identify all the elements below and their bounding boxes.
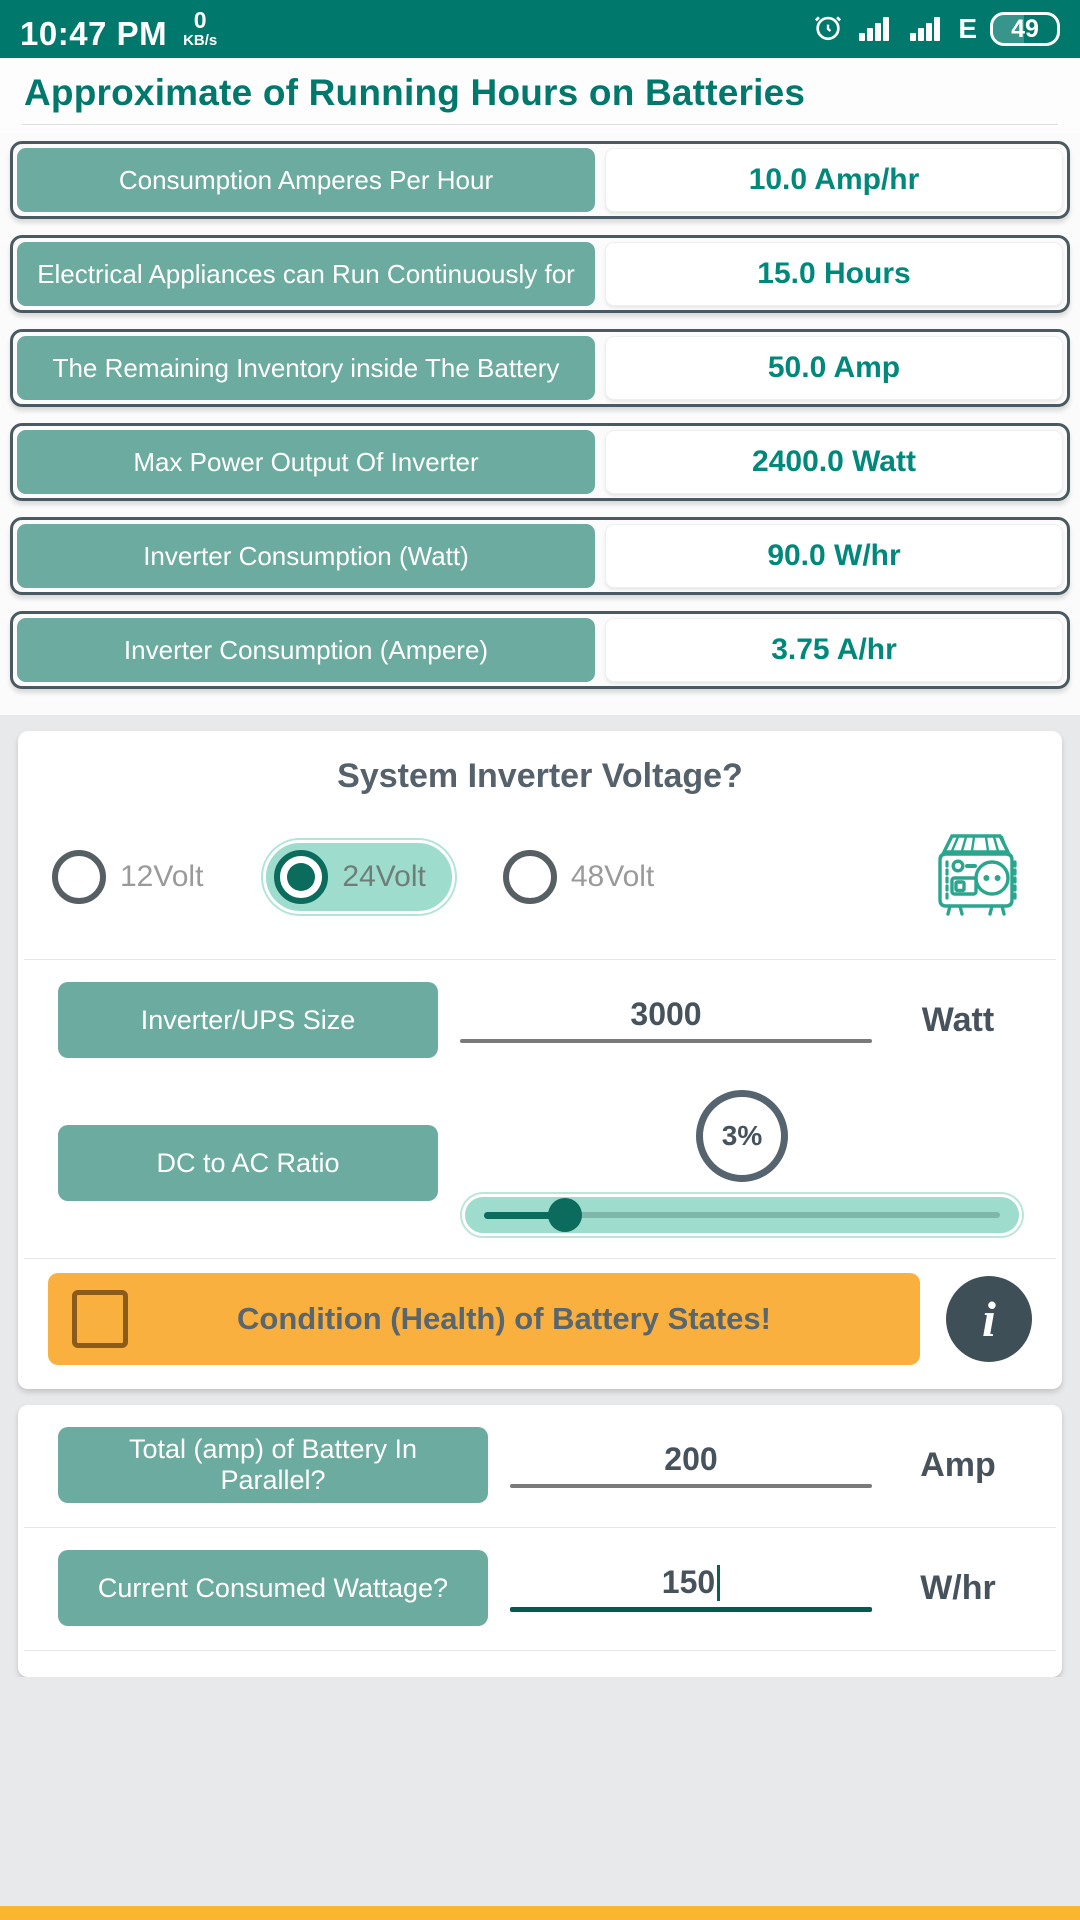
bottom-accent-bar [0, 1906, 1080, 1920]
battery-input-card: Total (amp) of Battery In Parallel? 200 … [18, 1405, 1062, 1677]
radio-circle-icon[interactable] [52, 849, 106, 904]
result-row: Electrical Appliances can Run Continuous… [10, 235, 1070, 313]
slider-thumb[interactable] [548, 1198, 582, 1232]
voltage-card-title: System Inverter Voltage? [337, 757, 743, 795]
result-row: The Remaining Inventory inside The Batte… [10, 329, 1070, 407]
network-speed-indicator: 0 KB/s [183, 6, 218, 50]
result-value: 15.0 Hours [605, 242, 1063, 306]
page-title: Approximate of Running Hours on Batterie… [24, 72, 806, 113]
network-speed-unit: KB/s [183, 31, 218, 49]
result-value: 50.0 Amp [605, 336, 1063, 400]
inverter-size-unit: Watt [921, 1000, 995, 1039]
battery-condition-label: Condition (Health) of Battery States! [237, 1301, 771, 1336]
consumed-wattage-value: 150 [661, 1563, 716, 1600]
app-screen: 10:47 PM 0 KB/s E 49 Approximate of Runn… [0, 0, 1080, 1920]
inverter-size-input[interactable]: 3000 [460, 996, 872, 1043]
result-row: Inverter Consumption (Watt) 90.0 W/hr [10, 517, 1070, 595]
battery-parallel-value: 200 [664, 1441, 718, 1478]
page-filler [0, 1677, 1080, 1920]
result-label: Inverter Consumption (Watt) [17, 524, 595, 588]
radio-circle-icon[interactable] [502, 849, 557, 904]
radio-dot [287, 862, 316, 891]
result-row: Max Power Output Of Inverter 2400.0 Watt [10, 423, 1070, 501]
inverter-settings-card: System Inverter Voltage? 12Volt 24Volt 4… [18, 731, 1062, 1389]
signal-bars-icon-secondary [909, 12, 947, 47]
result-label: Max Power Output Of Inverter [17, 430, 595, 494]
battery-parallel-label: Total (amp) of Battery In Parallel? [58, 1427, 488, 1503]
status-bar: 10:47 PM 0 KB/s E 49 [0, 0, 1080, 58]
status-clock: 10:47 PM [20, 14, 168, 52]
slider-track[interactable] [472, 1198, 1012, 1232]
battery-parallel-input[interactable]: 200 [510, 1441, 872, 1488]
consumed-wattage-label: Current Consumed Wattage? [58, 1550, 488, 1626]
battery-condition-checkbox[interactable] [72, 1290, 128, 1348]
inverter-size-label: Inverter/UPS Size [58, 982, 438, 1058]
input-underline [510, 1483, 872, 1488]
radio-option-48volt[interactable]: 48Volt [502, 849, 655, 904]
page-header: Approximate of Running Hours on Batterie… [0, 58, 1080, 133]
inverter-generator-icon [924, 824, 1028, 929]
card-bottom-pad [18, 1651, 1062, 1677]
signal-bars-icon [858, 12, 896, 47]
radio-label: 24Volt [342, 859, 426, 893]
result-value: 3.75 A/hr [605, 618, 1063, 682]
battery-indicator: 49 [990, 12, 1060, 46]
dc-ac-ratio-label: DC to AC Ratio [58, 1125, 438, 1201]
info-icon[interactable]: i [946, 1276, 1032, 1362]
battery-parallel-unit: Amp [920, 1445, 996, 1484]
result-row: Consumption Amperes Per Hour 10.0 Amp/hr [10, 141, 1070, 219]
radio-label: 48Volt [570, 859, 655, 893]
title-divider [22, 124, 1058, 125]
result-value: 10.0 Amp/hr [605, 148, 1063, 212]
network-speed-value: 0 [193, 6, 207, 33]
input-underline-focused [510, 1606, 872, 1612]
consumed-wattage-input[interactable]: 150 [510, 1563, 872, 1612]
battery-percent-label: 49 [1011, 14, 1039, 43]
result-value: 2400.0 Watt [605, 430, 1063, 494]
battery-condition-bar[interactable]: Condition (Health) of Battery States! [48, 1273, 920, 1365]
dc-ac-ratio-control: 3% [462, 1090, 1022, 1236]
inverter-size-row: Inverter/UPS Size 3000 Watt [18, 960, 1062, 1082]
radio-label: 12Volt [120, 859, 204, 893]
status-bar-right: E 49 [811, 10, 1060, 49]
dc-ac-ratio-slider[interactable] [462, 1194, 1022, 1236]
consumed-wattage-row: Current Consumed Wattage? 150 W/hr [18, 1528, 1062, 1650]
result-value: 90.0 W/hr [605, 524, 1063, 588]
network-type-label: E [958, 13, 977, 44]
battery-condition-row: Condition (Health) of Battery States! i [18, 1259, 1062, 1389]
dc-ac-ratio-badge: 3% [696, 1090, 788, 1182]
radio-option-12volt[interactable]: 12Volt [52, 849, 204, 904]
consumed-wattage-unit: W/hr [920, 1568, 996, 1607]
voltage-radio-group[interactable]: 12Volt 24Volt 48Volt [18, 818, 1062, 959]
result-label: Inverter Consumption (Ampere) [17, 618, 595, 682]
result-row: Inverter Consumption (Ampere) 3.75 A/hr [10, 611, 1070, 689]
results-list: Consumption Amperes Per Hour 10.0 Amp/hr… [0, 133, 1080, 715]
text-caret [717, 1564, 721, 1601]
battery-parallel-row: Total (amp) of Battery In Parallel? 200 … [18, 1405, 1062, 1527]
result-label: Electrical Appliances can Run Continuous… [17, 242, 595, 306]
input-underline [460, 1038, 872, 1043]
radio-option-24volt[interactable]: 24Volt [263, 839, 455, 914]
status-bar-left: 10:47 PM 0 KB/s [20, 6, 218, 52]
alarm-clock-icon [811, 10, 845, 49]
consumed-wattage-value-wrap: 150 [661, 1563, 721, 1607]
dc-ac-ratio-row: DC to AC Ratio 3% [18, 1082, 1062, 1258]
result-label: The Remaining Inventory inside The Batte… [17, 336, 595, 400]
radio-circle-selected-icon[interactable] [274, 849, 329, 904]
inverter-size-value: 3000 [630, 996, 702, 1033]
result-label: Consumption Amperes Per Hour [17, 148, 595, 212]
